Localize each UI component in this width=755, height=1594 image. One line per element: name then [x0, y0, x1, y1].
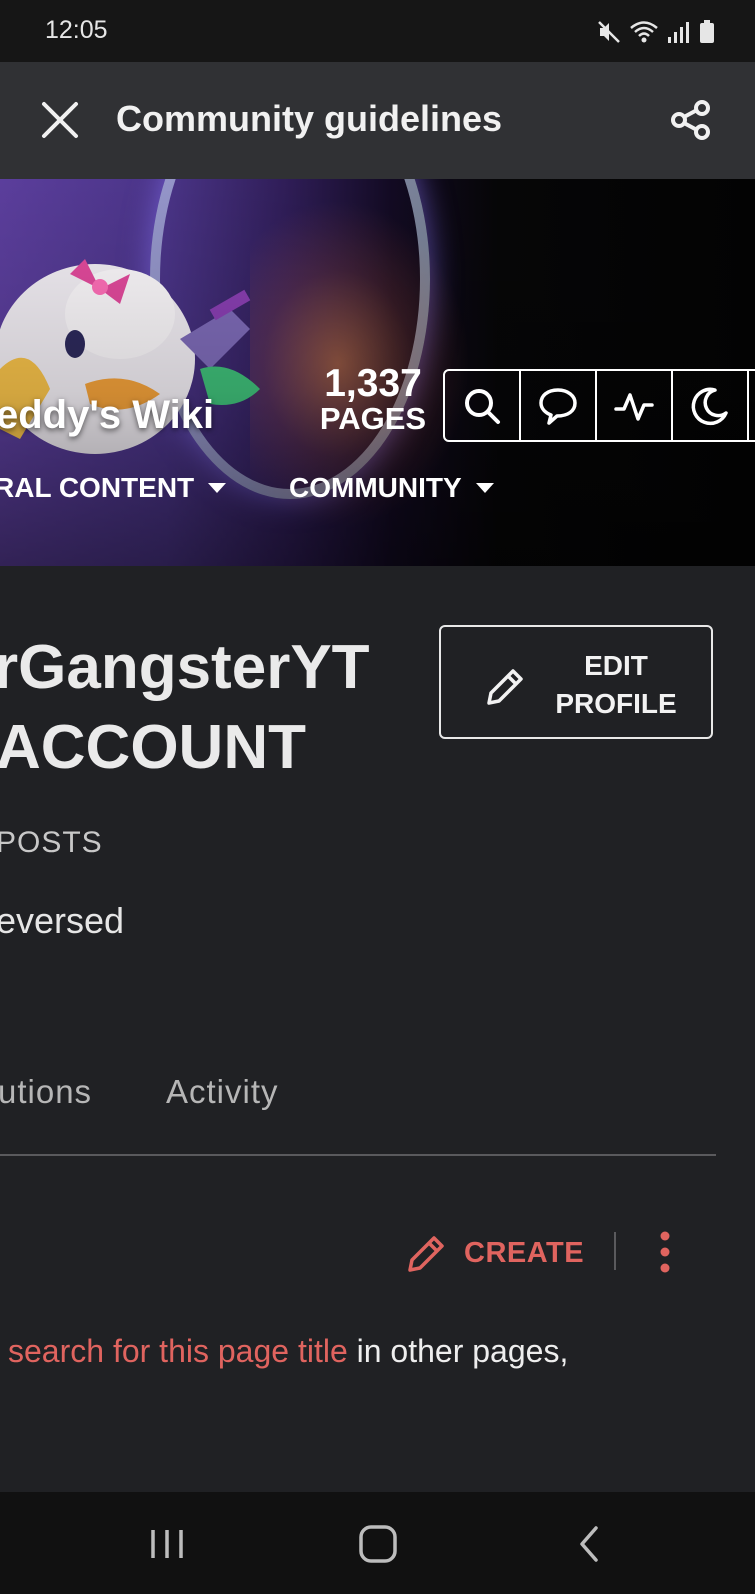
theme-moon-icon	[691, 387, 728, 425]
battery-icon	[700, 20, 714, 43]
system-nav-bar	[0, 1492, 755, 1594]
signal-icon	[668, 22, 689, 43]
wiki-toolbar	[443, 369, 755, 442]
nav-community[interactable]: COMMUNITY	[289, 472, 494, 504]
close-icon	[42, 102, 78, 138]
more-vertical-icon	[660, 1231, 670, 1273]
nav-general-content[interactable]: RAL CONTENT	[0, 472, 227, 504]
share-icon	[671, 100, 710, 140]
share-button[interactable]	[669, 98, 713, 142]
body-text-rest: in other pages,	[347, 1333, 569, 1369]
chevron-down-icon	[475, 483, 494, 493]
pages-count[interactable]: 1,337 PAGES	[318, 362, 428, 436]
profile-username: rGangsterYT	[0, 633, 370, 702]
app-bar: Community guidelines	[0, 62, 755, 179]
create-button[interactable]: CREATE	[404, 1228, 584, 1278]
edit-profile-line2: PROFILE	[555, 688, 677, 719]
home-icon	[359, 1525, 397, 1563]
pencil-icon	[408, 1236, 444, 1272]
action-separator	[614, 1232, 616, 1270]
recent-apps-icon	[151, 1530, 183, 1558]
discussions-icon	[539, 387, 577, 425]
search-icon	[465, 388, 500, 424]
status-time: 12:05	[45, 16, 108, 44]
mute-icon	[598, 21, 620, 43]
page-title: Community guidelines	[116, 98, 503, 139]
status-icons	[597, 18, 715, 46]
back-icon	[580, 1526, 598, 1562]
recent-apps-button[interactable]	[143, 1522, 193, 1566]
empty-page-message: search for this page title in other page…	[8, 1333, 568, 1370]
create-label: CREATE	[464, 1236, 585, 1269]
wifi-icon	[630, 21, 658, 43]
tab-contributions[interactable]: utions	[0, 1073, 92, 1111]
pages-number: 1,337	[324, 362, 422, 405]
nav-community-label: COMMUNITY	[289, 472, 462, 503]
pages-label: PAGES	[319, 401, 427, 436]
theme-toggle-button[interactable]	[673, 371, 749, 440]
more-options-button[interactable]	[653, 1230, 677, 1274]
tab-activity[interactable]: Activity	[166, 1073, 279, 1111]
status-bar: 12:05	[0, 0, 755, 62]
activity-icon	[614, 392, 654, 421]
more-tools-button[interactable]	[749, 371, 755, 440]
back-button[interactable]	[566, 1522, 616, 1566]
edit-profile-button[interactable]: EDIT PROFILE	[439, 625, 713, 739]
discussions-button[interactable]	[521, 371, 597, 440]
wiki-name[interactable]: eddy's Wiki	[0, 393, 214, 438]
nav-general-content-label: RAL CONTENT	[0, 472, 195, 503]
search-button[interactable]	[445, 371, 521, 440]
edit-profile-label: EDIT PROFILE	[541, 647, 691, 723]
close-button[interactable]	[38, 98, 82, 142]
activity-button[interactable]	[597, 371, 673, 440]
posts-label: POSTS	[0, 826, 103, 859]
tabs-divider	[0, 1154, 716, 1156]
profile-subtitle: ACCOUNT	[0, 713, 306, 782]
edit-profile-line1: EDIT	[584, 650, 648, 681]
pencil-icon	[487, 669, 523, 705]
profile-bio: eversed	[0, 900, 125, 941]
home-button[interactable]	[353, 1522, 403, 1566]
wiki-header: eddy's Wiki 1,337 PAGES RAL CONTENT COMM…	[0, 179, 755, 566]
search-page-title-link[interactable]: search for this page title	[8, 1333, 348, 1369]
chevron-down-icon	[208, 483, 227, 493]
